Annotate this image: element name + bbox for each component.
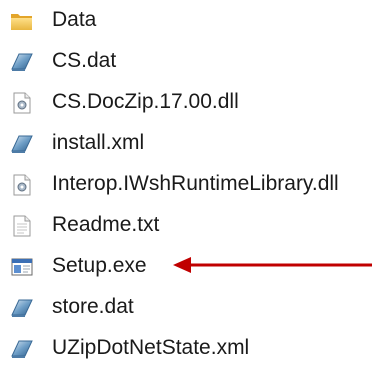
file-item-data-folder[interactable]: Data: [0, 0, 372, 41]
file-name: install.xml: [52, 131, 145, 154]
file-name: Setup.exe: [52, 254, 147, 277]
file-item-store-dat[interactable]: store.dat: [0, 287, 372, 328]
file-item-readme-txt[interactable]: Readme.txt: [0, 205, 372, 246]
data-file-icon: [10, 337, 34, 361]
file-item-uzip-xml[interactable]: UZipDotNetState.xml: [0, 328, 372, 369]
file-list: Data CS.dat CS.DocZip.17.00.dll install.…: [0, 0, 372, 369]
data-file-icon: [10, 132, 34, 156]
file-item-interop-dll[interactable]: Interop.IWshRuntimeLibrary.dll: [0, 164, 372, 205]
data-file-icon: [10, 50, 34, 74]
file-name: store.dat: [52, 295, 134, 318]
application-icon: [10, 255, 34, 279]
folder-icon: [10, 9, 34, 33]
file-name: UZipDotNetState.xml: [52, 336, 250, 359]
file-item-cs-doczip-dll[interactable]: CS.DocZip.17.00.dll: [0, 82, 372, 123]
file-item-install-xml[interactable]: install.xml: [0, 123, 372, 164]
dll-file-icon: [10, 91, 34, 115]
file-name: Data: [52, 8, 97, 31]
file-name: CS.DocZip.17.00.dll: [52, 90, 239, 113]
file-name: Interop.IWshRuntimeLibrary.dll: [52, 172, 339, 195]
annotation-arrow-icon: [173, 255, 372, 275]
data-file-icon: [10, 296, 34, 320]
file-name: CS.dat: [52, 49, 117, 72]
text-file-icon: [10, 214, 34, 238]
file-item-cs-dat[interactable]: CS.dat: [0, 41, 372, 82]
file-name: Readme.txt: [52, 213, 160, 236]
dll-file-icon: [10, 173, 34, 197]
